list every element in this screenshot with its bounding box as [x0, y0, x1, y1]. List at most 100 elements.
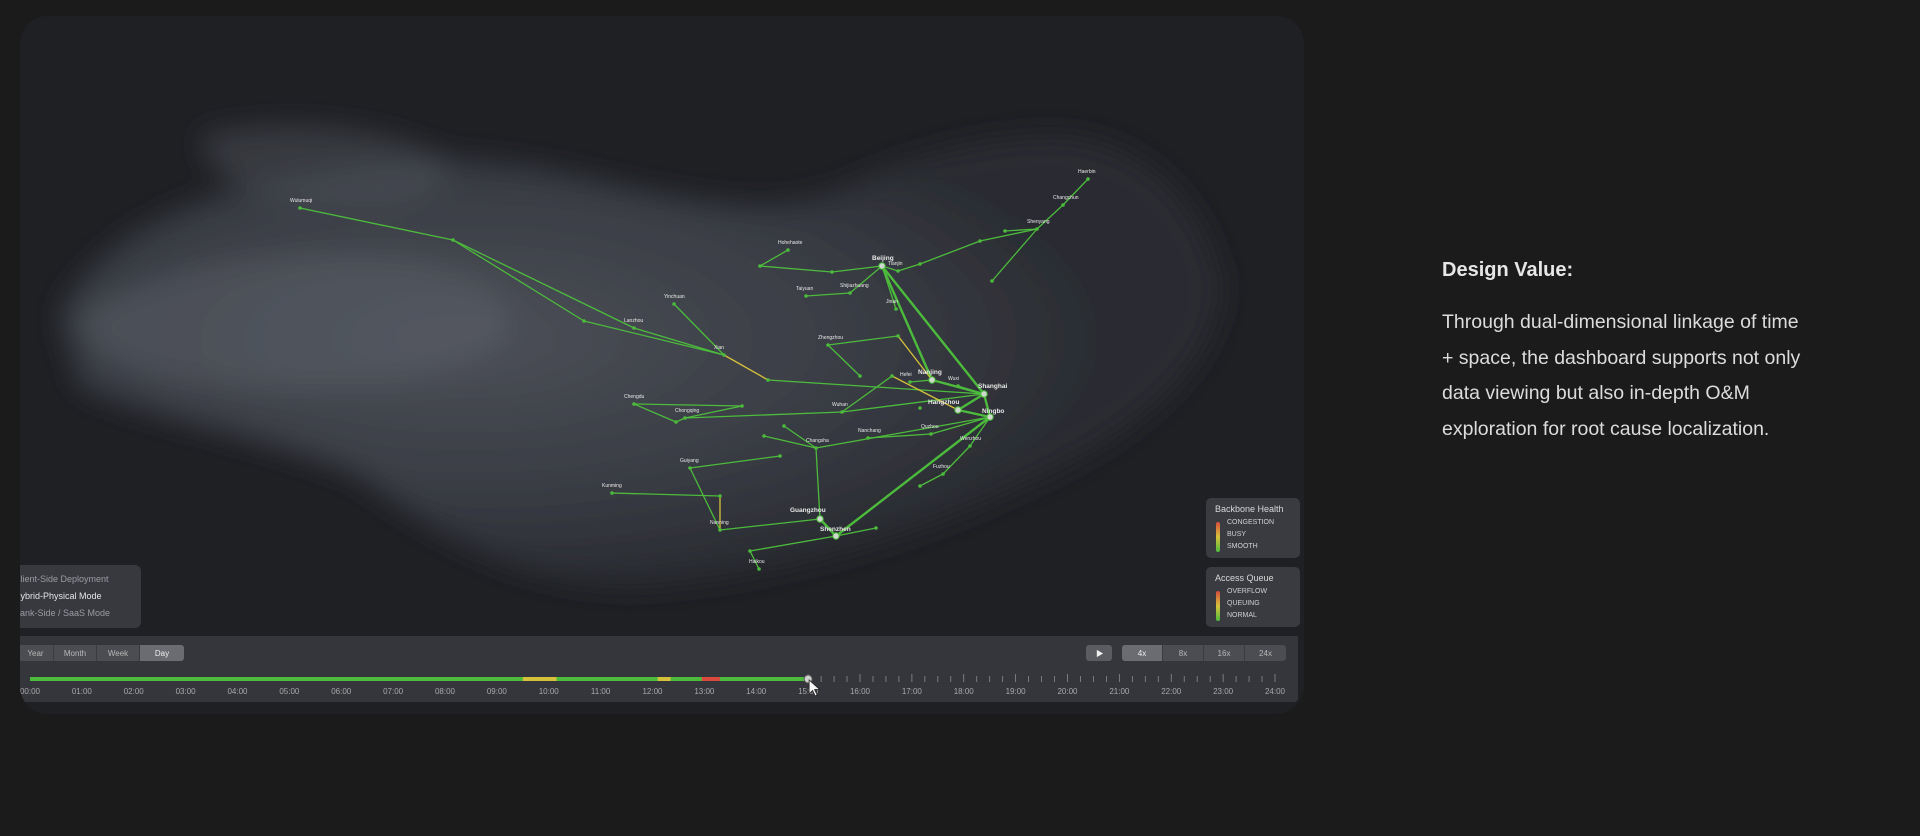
legend-item-normal: NORMAL	[1227, 612, 1257, 619]
node-r17	[874, 526, 878, 530]
node-lanzhou	[632, 326, 636, 330]
range-day-button[interactable]: Day	[140, 645, 184, 661]
city-label-lanzhou: Lanzhou	[624, 318, 643, 324]
time-range-selector: Year Month Week Day	[20, 645, 184, 661]
node-r9	[978, 239, 982, 243]
range-month-button[interactable]: Month	[54, 645, 97, 661]
node-changsha	[814, 446, 818, 450]
node-shenyang	[1035, 227, 1039, 231]
city-label-chengdu: Chengdu	[624, 394, 645, 400]
timeline-ticks	[807, 674, 1276, 682]
hour-label: 00:00	[20, 687, 41, 696]
hour-label: 18:00	[954, 687, 975, 696]
node-r10	[1003, 229, 1007, 233]
node-nanjing	[928, 376, 936, 384]
node-r19	[758, 264, 762, 268]
city-label-taiyuan: Taiyuan	[796, 286, 813, 292]
play-button[interactable]	[1086, 645, 1112, 661]
hour-label: 05:00	[279, 687, 300, 696]
node-jinan	[894, 307, 898, 311]
node-r7	[674, 420, 678, 424]
city-label-hangzhou: Hangzhou	[928, 399, 959, 406]
speed-4x-button[interactable]: 4x	[1122, 645, 1163, 661]
legend-title: Access Queue	[1215, 573, 1274, 583]
city-label-wuxi: Wuxi	[948, 376, 959, 382]
city-label-ningbo: Ningbo	[982, 408, 1004, 415]
city-label-wenzhou: Wenzhou	[960, 436, 981, 442]
hour-label: 22:00	[1161, 687, 1182, 696]
node-shenzhen	[832, 532, 840, 540]
node-r4	[740, 404, 744, 408]
node-wulumuqi	[298, 206, 302, 210]
city-label-hohehaote: Hohehaote	[778, 240, 803, 246]
node-guiyang	[688, 466, 692, 470]
timeline-scrubber[interactable]: 00:00 01:00 02:00 03:00 04:00 05:00 06:00 07:00…	[20, 668, 1298, 702]
timeline-status-busy	[657, 677, 671, 681]
node-taiyuan	[804, 294, 808, 298]
mode-hybrid-physical[interactable]: Hybrid-Physical Mode	[20, 591, 102, 601]
node-r22	[918, 484, 922, 488]
timeline-track	[30, 677, 809, 681]
city-label-guiyang: Guiyang	[680, 458, 699, 464]
node-nanning	[718, 528, 722, 532]
node-kunming	[610, 491, 614, 495]
china-network-map[interactable]: WulumuqiHohehaoteBeijingTianjinHaerbinCh…	[20, 16, 1304, 636]
backbone-health-legend: Backbone Health CONGESTION BUSY SMOOTH	[1206, 498, 1300, 558]
node-yinchuan	[672, 302, 676, 306]
hour-label: 13:00	[694, 687, 715, 696]
range-week-button[interactable]: Week	[97, 645, 140, 661]
node-chengdu	[632, 402, 636, 406]
node-quzhou	[929, 432, 933, 436]
legend-item-queuing: QUEUING	[1227, 600, 1260, 607]
hour-label: 01:00	[72, 687, 93, 696]
city-label-guangzhou: Guangzhou	[790, 507, 826, 514]
node-r6	[718, 494, 722, 498]
speed-8x-button[interactable]: 8x	[1163, 645, 1204, 661]
mode-bank-side-saas[interactable]: Bank-Side / SaaS Mode	[20, 608, 110, 618]
city-label-jinan: Jinan	[886, 299, 898, 305]
mode-client-side[interactable]: Client-Side Deployment	[20, 574, 109, 584]
timeline-status-busy	[522, 677, 557, 681]
node-fuzhou	[941, 472, 945, 476]
range-year-button[interactable]: Year	[20, 645, 54, 661]
node-xian	[722, 353, 726, 357]
node-r16	[918, 406, 922, 410]
deployment-mode-panel: Client-Side Deployment Hybrid-Physical M…	[20, 565, 141, 628]
city-label-tianjin: Tianjin	[888, 261, 903, 267]
node-r21	[782, 424, 786, 428]
node-beijing	[878, 262, 886, 270]
node-wenzhou	[968, 444, 972, 448]
timeline-hour-labels: 00:00 01:00 02:00 03:00 04:00 05:00 06:00 07:00…	[20, 687, 1286, 696]
node-r12	[896, 334, 900, 338]
legend-item-overflow: OVERFLOW	[1227, 588, 1268, 595]
timeline-status-congestion	[701, 677, 720, 681]
design-value-body: Through dual-dimensional linkage of time…	[1442, 311, 1801, 440]
node-r5	[778, 454, 782, 458]
node-r15	[890, 374, 894, 378]
hour-label: 06:00	[331, 687, 352, 696]
city-label-harbin: Haerbin	[1078, 169, 1096, 175]
node-r14	[762, 434, 766, 438]
speed-24x-button[interactable]: 24x	[1245, 645, 1286, 661]
city-label-changsha: Changsha	[806, 438, 829, 444]
city-label-kunming: Kunming	[602, 483, 622, 489]
city-label-hefei: Hefei	[900, 372, 912, 378]
design-value-title: Design Value:	[1442, 259, 1574, 281]
node-zhengzhou	[826, 343, 830, 347]
node-wuhan	[840, 410, 844, 414]
node-r18	[748, 549, 752, 553]
node-hangzhou	[954, 406, 962, 414]
node-r13	[858, 374, 862, 378]
speed-16x-button[interactable]: 16x	[1204, 645, 1245, 661]
city-label-chongqing: Chongqing	[675, 408, 699, 414]
legend-gradient-bar	[1216, 522, 1220, 552]
city-label-shenyang: Shenyang	[1027, 219, 1050, 225]
hour-label: 04:00	[227, 687, 248, 696]
city-label-haikou: Haikou	[749, 559, 765, 565]
node-hefei	[908, 380, 912, 384]
city-label-shanghai: Shanghai	[978, 383, 1007, 390]
node-chongqing	[683, 416, 687, 420]
hour-label: 03:00	[176, 687, 197, 696]
playback-speed-selector: 4x 8x 16x 24x	[1122, 645, 1286, 661]
node-harbin	[1086, 177, 1090, 181]
